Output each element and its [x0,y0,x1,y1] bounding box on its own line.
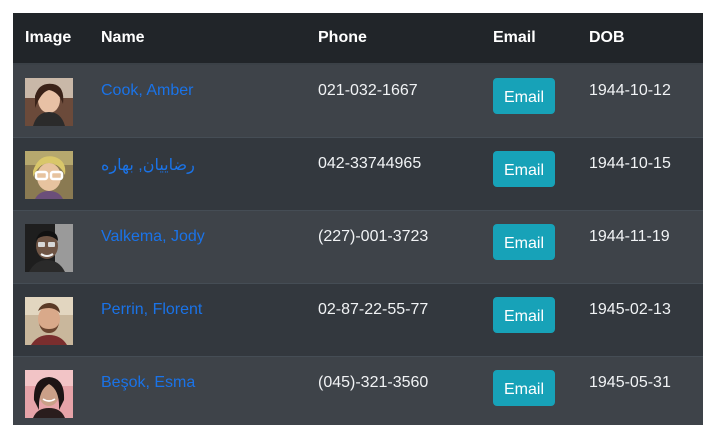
header-name-label: Name [101,29,145,46]
email-cell: Email [481,209,577,283]
dob-value: 1945-02-13 [589,300,671,318]
header-email-label: Email [493,29,536,46]
phone-cell: (227)-001-3723 [306,209,481,283]
person-photo-icon [25,150,73,199]
phone-cell: 021-032-1667 [306,63,481,137]
phone-value: 021-032-1667 [318,82,418,99]
phone-value: 042-33744965 [318,154,422,172]
phone-cell: 042-33744965 [306,136,481,210]
users-table-container: Image Name Phone Email DOB Cook, Amber 0… [13,13,703,425]
name-cell: Valkema, Jody [89,209,306,283]
dob-cell: 1944-10-12 [577,63,703,137]
name-cell: Cook, Amber [89,63,306,137]
user-name-link[interactable]: Valkema, Jody [101,228,205,245]
person-photo-icon [25,78,73,126]
user-name-link[interactable]: Cook, Amber [101,82,193,99]
person-photo-icon [25,223,73,272]
dob-value: 1944-10-15 [589,154,671,172]
dob-cell: 1944-10-15 [577,136,703,210]
table-row: رضاییان, بهاره 042-33744965 Email 1944-1… [13,136,703,210]
avatar [25,150,73,199]
avatar-cell [13,63,89,137]
email-button[interactable]: Email [493,296,555,333]
email-cell: Email [481,282,577,356]
header-dob[interactable]: DOB [577,13,703,65]
avatar [25,223,73,272]
phone-value: 02-87-22-55-77 [318,300,429,318]
user-name-link[interactable]: Perrin, Florent [101,301,202,318]
email-cell: Email [481,136,577,210]
header-row: Image Name Phone Email DOB [13,13,703,65]
header-phone[interactable]: Phone [306,13,481,65]
avatar-cell [13,209,89,283]
user-name-link[interactable]: Beşok, Esma [101,374,195,391]
name-cell: رضاییان, بهاره [89,136,306,210]
table-row: Cook, Amber 021-032-1667 Email 1944-10-1… [13,63,703,137]
table-row: Perrin, Florent 02-87-22-55-77 Email 194… [13,282,703,356]
email-button[interactable]: Email [493,223,555,260]
avatar [25,78,73,126]
email-button[interactable]: Email [493,150,555,187]
person-photo-icon [25,369,73,418]
user-name-link[interactable]: رضاییان, بهاره [101,155,195,175]
name-cell: Beşok, Esma [89,355,306,425]
dob-value: 1944-11-19 [589,227,670,245]
person-photo-icon [25,296,73,345]
email-button[interactable]: Email [493,369,555,406]
table-row: Valkema, Jody (227)-001-3723 Email 1944-… [13,209,703,283]
header-email[interactable]: Email [481,13,577,65]
avatar-cell [13,355,89,425]
header-name[interactable]: Name [89,13,306,65]
table-row: Beşok, Esma (045)-321-3560 Email 1945-05… [13,355,703,425]
avatar [25,369,73,418]
phone-cell: 02-87-22-55-77 [306,282,481,356]
table-header: Image Name Phone Email DOB [13,13,703,65]
dob-cell: 1945-02-13 [577,282,703,356]
header-image-label: Image [25,29,72,46]
avatar-cell [13,282,89,356]
phone-value: (227)-001-3723 [318,227,429,245]
email-cell: Email [481,355,577,425]
header-phone-label: Phone [318,29,367,46]
header-image[interactable]: Image [13,13,89,65]
header-dob-label: DOB [589,29,625,46]
email-button[interactable]: Email [493,78,555,114]
dob-cell: 1944-11-19 [577,209,703,283]
table-body: Cook, Amber 021-032-1667 Email 1944-10-1… [13,63,703,425]
dob-value: 1945-05-31 [589,373,671,391]
phone-value: (045)-321-3560 [318,373,429,391]
phone-cell: (045)-321-3560 [306,355,481,425]
avatar-cell [13,136,89,210]
dob-value: 1944-10-12 [589,82,671,99]
avatar [25,296,73,345]
name-cell: Perrin, Florent [89,282,306,356]
email-cell: Email [481,63,577,137]
users-table: Image Name Phone Email DOB Cook, Amber 0… [13,13,703,425]
dob-cell: 1945-05-31 [577,355,703,425]
